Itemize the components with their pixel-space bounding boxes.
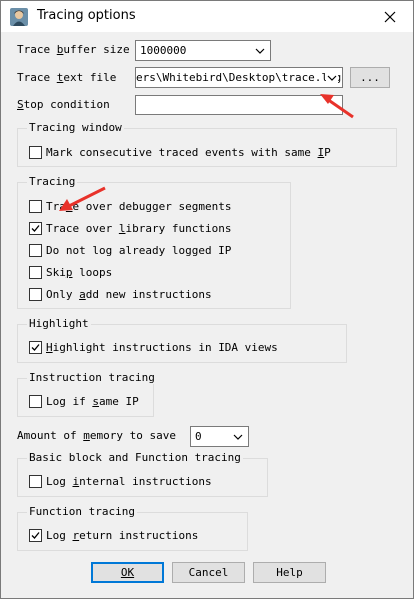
checkbox-box xyxy=(29,288,42,301)
highlight-group-title: Highlight xyxy=(27,317,91,330)
log-return-instructions-checkbox[interactable]: Log return instructions xyxy=(29,529,198,542)
ida-app-icon xyxy=(10,8,28,26)
highlight-instructions-label: Highlight instructions in IDA views xyxy=(46,341,278,354)
function-tracing-title: Function tracing xyxy=(27,505,137,518)
tracing-window-title: Tracing window xyxy=(27,121,124,134)
title-bar: Tracing options xyxy=(1,1,413,32)
memory-amount-value: 0 xyxy=(195,430,202,443)
instruction-tracing-title: Instruction tracing xyxy=(27,371,157,384)
highlight-instructions-checkbox[interactable]: Highlight instructions in IDA views xyxy=(29,341,278,354)
stop-condition-label: Stop condition xyxy=(17,98,110,111)
checkbox-box xyxy=(29,529,42,542)
log-if-same-ip-label: Log if same IP xyxy=(46,395,139,408)
log-internal-instructions-checkbox[interactable]: Log internal instructions xyxy=(29,475,212,488)
ok-button[interactable]: OK xyxy=(91,562,164,583)
annotation-arrow xyxy=(320,94,354,119)
mark-consecutive-events-checkbox[interactable]: Mark consecutive traced events with same… xyxy=(29,146,331,159)
memory-amount-combo[interactable]: 0 xyxy=(190,426,249,447)
checkmark-icon xyxy=(31,532,40,539)
trace-over-library-functions-label: Trace over library functions xyxy=(46,222,232,235)
browse-button[interactable]: ... xyxy=(350,67,390,88)
log-return-instructions-label: Log return instructions xyxy=(46,529,199,542)
checkmark-icon xyxy=(31,225,40,232)
skip-loops-label: Skip loops xyxy=(46,266,113,279)
checkbox-box xyxy=(29,146,42,159)
mark-consecutive-events-label: Mark consecutive traced events with same… xyxy=(46,146,331,159)
checkbox-box xyxy=(29,244,42,257)
trace-buffer-size-value: 1000000 xyxy=(140,44,187,57)
chevron-down-icon xyxy=(326,72,338,84)
do-not-log-already-logged-ip-label: Do not log already logged IP xyxy=(46,244,232,257)
log-internal-instructions-label: Log internal instructions xyxy=(46,475,212,488)
checkbox-box xyxy=(29,222,42,235)
close-icon xyxy=(384,11,396,22)
do-not-log-already-logged-ip-checkbox[interactable]: Do not log already logged IP xyxy=(29,244,231,257)
window-title: Tracing options xyxy=(37,8,136,23)
checkbox-box xyxy=(29,395,42,408)
only-add-new-instructions-label: Only add new instructions xyxy=(46,288,212,301)
tracing-options-dialog: Tracing options Trace buffer size 100000… xyxy=(0,0,414,599)
basic-block-title: Basic block and Function tracing xyxy=(27,451,243,464)
annotation-arrow xyxy=(59,186,106,211)
checkbox-box xyxy=(29,266,42,279)
trace-text-file-value: ers\Whitebird\Desktop\trace.log xyxy=(136,71,342,84)
trace-buffer-size-combo[interactable]: 1000000 xyxy=(135,40,271,61)
memory-amount-label: Amount of memory to save xyxy=(17,429,176,442)
trace-over-library-functions-checkbox[interactable]: Trace over library functions xyxy=(29,222,231,235)
cancel-button[interactable]: Cancel xyxy=(172,562,245,583)
chevron-down-icon xyxy=(255,48,265,54)
only-add-new-instructions-checkbox[interactable]: Only add new instructions xyxy=(29,288,212,301)
checkbox-box xyxy=(29,475,42,488)
checkbox-box xyxy=(29,341,42,354)
log-if-same-ip-checkbox[interactable]: Log if same IP xyxy=(29,395,139,408)
trace-text-file-combo[interactable]: ers\Whitebird\Desktop\trace.log xyxy=(135,67,343,88)
trace-text-file-label: Trace text file xyxy=(17,71,117,84)
checkbox-box xyxy=(29,200,42,213)
skip-loops-checkbox[interactable]: Skip loops xyxy=(29,266,112,279)
help-button[interactable]: Help xyxy=(253,562,326,583)
checkmark-icon xyxy=(31,344,40,351)
close-button[interactable] xyxy=(367,1,413,32)
trace-buffer-size-label: Trace buffer size xyxy=(17,43,130,56)
chevron-down-icon xyxy=(233,434,243,440)
stop-condition-input[interactable] xyxy=(135,95,343,115)
